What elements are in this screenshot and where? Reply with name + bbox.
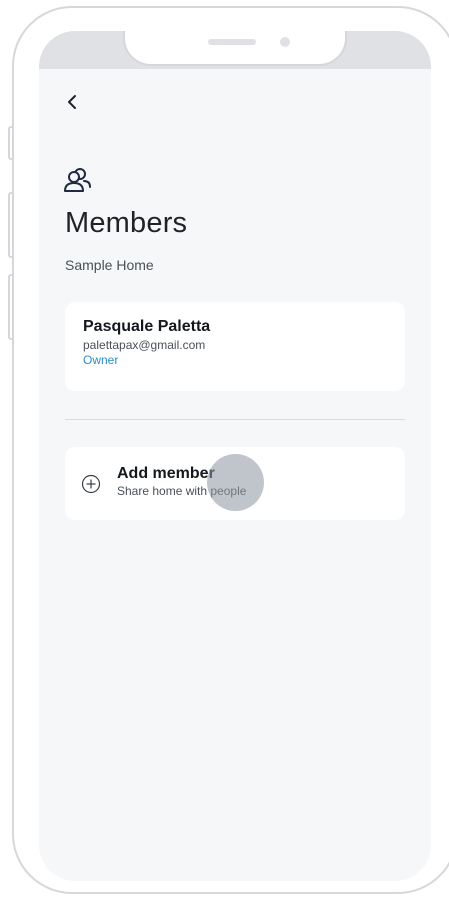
speaker-grille (208, 39, 256, 45)
home-name: Sample Home (65, 257, 154, 273)
page-title: Members (65, 207, 188, 239)
chevron-left-icon (68, 95, 76, 109)
add-member-text: Add member Share home with people (117, 464, 246, 500)
front-camera (280, 37, 290, 47)
people-icon (64, 168, 91, 192)
app-screen: Members Sample Home Pasquale Paletta pal… (39, 31, 431, 881)
member-name: Pasquale Paletta (83, 318, 211, 335)
back-button[interactable] (61, 90, 83, 114)
add-member-button[interactable]: Add member Share home with people (65, 447, 405, 520)
plus-circle-icon (81, 474, 101, 494)
member-role-badge: Owner (83, 353, 119, 367)
add-member-sublabel: Share home with people (117, 484, 247, 498)
member-email: palettapax@gmail.com (83, 338, 206, 352)
phone-notch (123, 31, 347, 66)
member-card[interactable]: Pasquale Paletta palettapax@gmail.com Ow… (65, 302, 405, 391)
section-divider (65, 419, 405, 420)
add-member-label: Add member (117, 465, 215, 482)
